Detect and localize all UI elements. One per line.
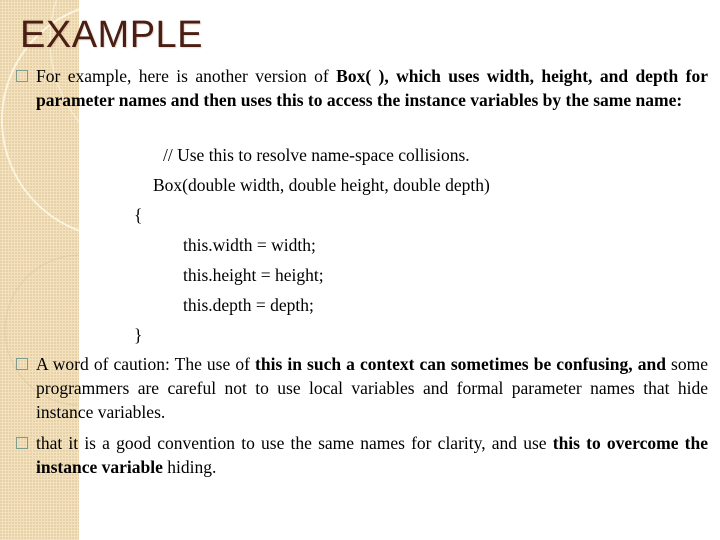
code-close-brace: }: [134, 325, 143, 345]
square-bullet-icon: [16, 358, 28, 370]
bold-text-segment: this in such a context can sometimes be …: [255, 354, 666, 374]
code-open-brace: {: [134, 205, 143, 225]
bullet-paragraph-1: For example, here is another version of …: [16, 64, 708, 112]
text-segment: that it is a good convention to use the …: [36, 433, 553, 453]
bullet-paragraph-2: A word of caution: The use of this in su…: [16, 352, 708, 424]
code-line-height: this.height = height;: [183, 265, 324, 285]
text-segment: hiding.: [162, 457, 217, 477]
code-line-depth: this.depth = depth;: [183, 295, 314, 315]
square-bullet-icon: [16, 437, 28, 449]
bullet-text-2: A word of caution: The use of this in su…: [36, 354, 708, 422]
text-segment: For example, here is another version of: [36, 66, 337, 86]
text-segment: A word of caution: The use of: [36, 354, 256, 374]
square-bullet-icon: [16, 70, 28, 82]
code-line-width: this.width = width;: [183, 235, 316, 255]
slide-title: EXAMPLE: [20, 14, 204, 56]
bullet-text-3: that it is a good convention to use the …: [36, 433, 708, 477]
bullet-paragraph-3: that it is a good convention to use the …: [16, 431, 708, 479]
bullet-text-1: For example, here is another version of …: [36, 66, 708, 110]
code-comment: // Use this to resolve name-space collis…: [163, 145, 470, 165]
code-constructor-signature: Box(double width, double height, double …: [153, 175, 490, 195]
